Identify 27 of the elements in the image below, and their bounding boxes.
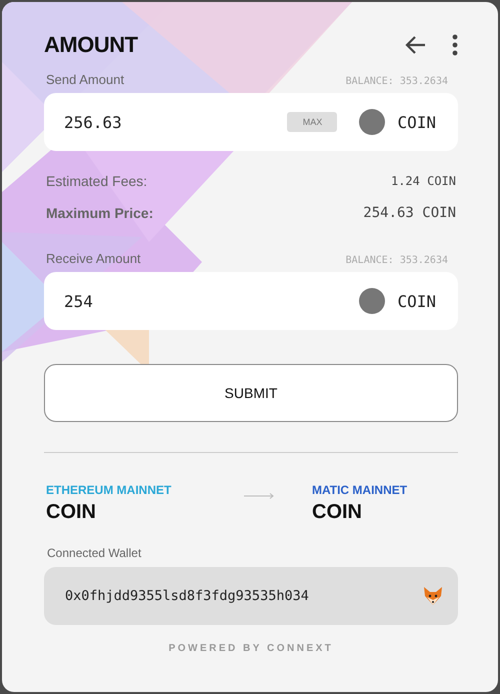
network-name: ETHEREUM MAINNET [46, 483, 172, 497]
token-name: COIN [312, 501, 363, 524]
wallet-address-field: 0x0fhjdd9355lsd8f3fdg93535h034 [44, 567, 458, 625]
token-name: COIN [397, 292, 436, 310]
network-name: MATIC MAINNET [312, 483, 408, 497]
field-label: Send Amount [46, 72, 124, 87]
token-name: COIN [46, 501, 97, 524]
balance-text: BALANCE: 353.2634 [346, 255, 448, 266]
balance-text: BALANCE: 353.2634 [346, 76, 448, 87]
arrow-icon [244, 493, 274, 499]
fee-label: Maximum Price: [46, 205, 154, 221]
fox-icon [422, 585, 444, 607]
submit-button[interactable]: SUBMIT [44, 364, 458, 422]
back-arrow-icon[interactable] [404, 35, 426, 55]
fee-value: 254.63 COIN [363, 205, 456, 221]
page-title: AMOUNT [44, 32, 138, 58]
fee-value: 1.24 COIN [390, 174, 456, 188]
wallet-label: Connected Wallet [46, 546, 142, 560]
coin-icon [359, 109, 386, 135]
coin-icon [359, 288, 386, 314]
powered-by-text: POWERED BY CONNEXT [168, 643, 334, 654]
token-name: COIN [397, 112, 436, 132]
send-amount-field[interactable]: 256.63 MAX COIN [44, 93, 458, 151]
more-menu-icon[interactable] [452, 34, 458, 56]
fee-label: Estimated Fees: [46, 173, 148, 189]
field-label: Receive Amount [46, 251, 141, 266]
receive-amount-field[interactable]: 254 COIN [44, 272, 458, 330]
